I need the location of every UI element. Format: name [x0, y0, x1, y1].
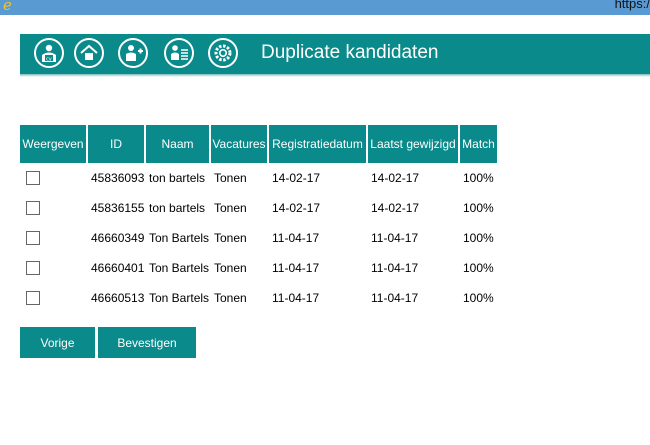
column-header-weergeven[interactable]: Weergeven: [20, 125, 88, 163]
laatst-gewijzigd-cell: 11-04-17: [371, 261, 419, 275]
weergeven-checkbox[interactable]: [26, 171, 40, 186]
table-row: 46660513 Ton Bartels Tonen 11-04-17 11-0…: [20, 283, 497, 313]
naam-cell: Ton Bartels: [149, 261, 210, 275]
confirm-button[interactable]: Bevestigen: [98, 327, 196, 358]
vacatures-link[interactable]: Tonen: [210, 253, 268, 283]
column-header-naam[interactable]: Naam: [145, 125, 211, 163]
registratiedatum-cell: 11-04-17: [272, 231, 320, 245]
weergeven-cell: [20, 193, 87, 223]
browser-title-bar: e https:/: [0, 0, 650, 15]
column-header-id[interactable]: ID: [87, 125, 146, 163]
table-header-row: Weergeven ID Naam Vacatures Registratied…: [20, 125, 497, 163]
match-cell: 100%: [463, 231, 494, 245]
app-header: cv Duplicate kandidaten: [20, 34, 650, 77]
registratiedatum-cell: 11-04-17: [272, 291, 320, 305]
candidate-list-icon[interactable]: [164, 38, 194, 68]
table-row: 45836093 ton bartels Tonen 14-02-17 14-0…: [20, 163, 497, 193]
laatst-gewijzigd-cell: 14-02-17: [371, 201, 420, 215]
match-cell: 100%: [463, 201, 494, 215]
add-user-icon[interactable]: [118, 38, 148, 68]
duplicates-table: Weergeven ID Naam Vacatures Registratied…: [20, 125, 497, 313]
laatst-gewijzigd-cell: 11-04-17: [371, 291, 419, 305]
vacatures-link[interactable]: Tonen: [210, 283, 268, 313]
registratiedatum-cell: 14-02-17: [272, 171, 321, 185]
id-cell: 46660349: [91, 231, 145, 245]
naam-cell: ton bartels: [149, 171, 206, 185]
id-cell: 45836093: [91, 171, 145, 185]
column-header-registratiedatum[interactable]: Registratiedatum: [268, 125, 368, 163]
weergeven-cell: [20, 253, 87, 283]
table-row: 46660349 Ton Bartels Tonen 11-04-17 11-0…: [20, 223, 497, 253]
weergeven-checkbox[interactable]: [26, 231, 40, 246]
weergeven-cell: [20, 163, 87, 193]
vacatures-link[interactable]: Tonen: [210, 163, 268, 193]
registratiedatum-cell: 11-04-17: [272, 261, 320, 275]
weergeven-cell: [20, 223, 87, 253]
page-title: Duplicate kandidaten: [261, 42, 439, 63]
svg-text:e: e: [3, 0, 12, 13]
home-icon[interactable]: [74, 38, 104, 68]
match-cell: 100%: [463, 261, 494, 275]
weergeven-checkbox[interactable]: [26, 291, 40, 306]
id-cell: 45836155: [91, 201, 145, 215]
header-shadow: [20, 74, 650, 77]
table-row: 46660401 Ton Bartels Tonen 11-04-17 11-0…: [20, 253, 497, 283]
weergeven-checkbox[interactable]: [26, 261, 40, 276]
weergeven-cell: [20, 283, 87, 313]
laatst-gewijzigd-cell: 11-04-17: [371, 231, 419, 245]
match-cell: 100%: [463, 171, 494, 185]
id-cell: 46660513: [91, 291, 145, 305]
naam-cell: Ton Bartels: [149, 231, 210, 245]
table-row: 45836155 ton bartels Tonen 14-02-17 14-0…: [20, 193, 497, 223]
naam-cell: Ton Bartels: [149, 291, 210, 305]
address-bar-url[interactable]: https:/: [615, 0, 650, 11]
naam-cell: ton bartels: [149, 201, 206, 215]
internet-explorer-icon: e: [3, 0, 12, 13]
column-header-laatst-gewijzigd[interactable]: Laatst gewijzigd: [367, 125, 460, 163]
cv-user-icon[interactable]: cv: [34, 38, 64, 68]
column-header-match[interactable]: Match: [459, 125, 497, 163]
settings-gear-icon[interactable]: [208, 38, 238, 68]
column-header-vacatures[interactable]: Vacatures: [210, 125, 269, 163]
registratiedatum-cell: 14-02-17: [272, 201, 321, 215]
back-button[interactable]: Vorige: [20, 327, 95, 358]
vacatures-link[interactable]: Tonen: [210, 223, 268, 253]
id-cell: 46660401: [91, 261, 145, 275]
svg-text:cv: cv: [46, 57, 52, 63]
match-cell: 100%: [463, 291, 494, 305]
laatst-gewijzigd-cell: 14-02-17: [371, 171, 420, 185]
vacatures-link[interactable]: Tonen: [210, 193, 268, 223]
weergeven-checkbox[interactable]: [26, 201, 40, 216]
